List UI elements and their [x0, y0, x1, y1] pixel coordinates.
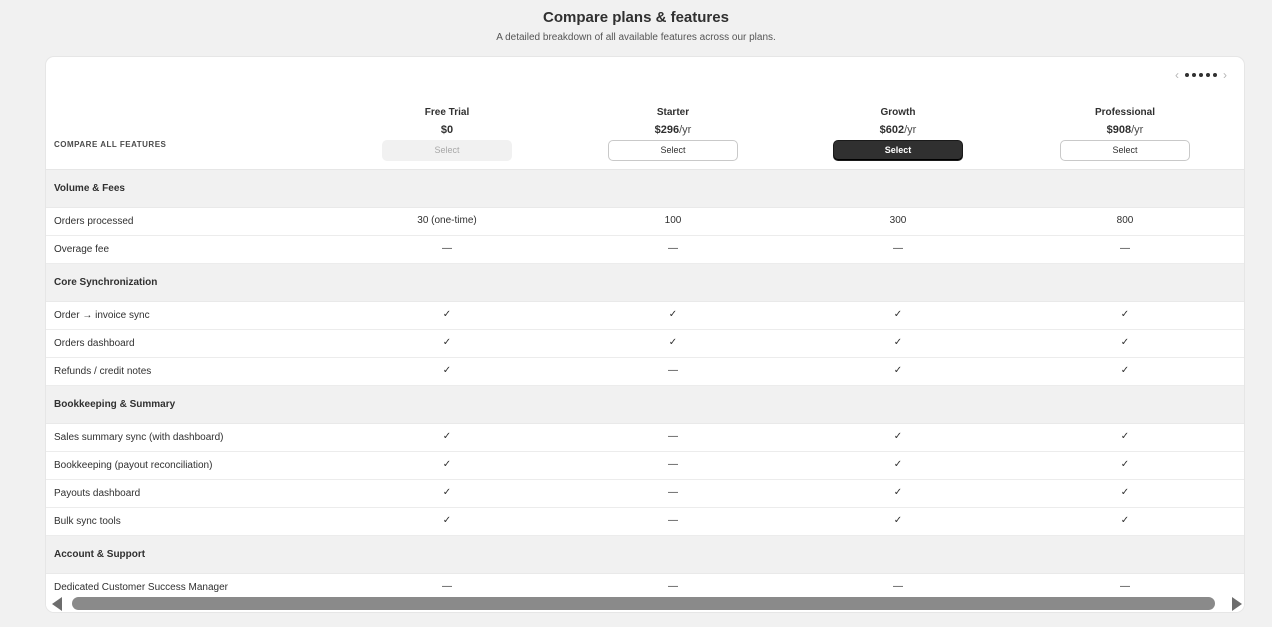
table-cell: —: [442, 243, 452, 254]
section-header: Volume & Fees: [46, 170, 1244, 208]
section-header: Bookkeeping & Summary: [46, 386, 1244, 424]
feature-label: Order → invoice sync: [54, 310, 150, 321]
feature-label: Orders dashboard: [54, 338, 135, 349]
plan-growth: Growth $602/yr Select: [798, 106, 998, 161]
table-cell: ✓: [893, 309, 903, 320]
price-amount: $296: [654, 124, 680, 136]
page-header: Compare plans & features A detailed brea…: [0, 0, 1272, 57]
plan-price: $908/yr: [1025, 122, 1225, 138]
table-cell: ✓: [1120, 337, 1130, 348]
table-cell: 100: [664, 215, 682, 226]
table-row: Orders processed 30 (one-time) 100 300 8…: [46, 208, 1244, 236]
price-period: /yr: [679, 124, 692, 136]
table-row: Bookkeeping (payout reconciliation) ✓ — …: [46, 452, 1244, 480]
table-cell: ✓: [1120, 431, 1130, 442]
section-header: Core Synchronization: [46, 264, 1244, 302]
table-cell: ✓: [442, 459, 452, 470]
table-row: Orders dashboard ✓ ✓ ✓ ✓: [46, 330, 1244, 358]
plan-name: Growth: [880, 107, 916, 118]
plan-free-trial: Free Trial $0 Select: [347, 106, 547, 161]
feature-table: Volume & Fees Orders processed 30 (one-t…: [46, 170, 1244, 602]
section-title: Volume & Fees: [54, 183, 125, 194]
table-cell: ✓: [442, 365, 452, 376]
table-cell: ✓: [893, 365, 903, 376]
feature-label: Orders processed: [54, 216, 134, 227]
plan-name: Free Trial: [424, 107, 470, 118]
price-period: /yr: [1131, 124, 1144, 136]
table-cell: ✓: [668, 309, 678, 320]
plan-starter: Starter $296/yr Select: [573, 106, 773, 161]
page-subtitle: A detailed breakdown of all available fe…: [496, 32, 776, 43]
compare-all-features-label: COMPARE ALL FEATURES: [54, 140, 167, 149]
plan-price: $0: [347, 122, 547, 138]
plans-header: COMPARE ALL FEATURES Free Trial $0 Selec…: [46, 57, 1244, 170]
table-cell: ✓: [1120, 515, 1130, 526]
table-cell: ✓: [893, 337, 903, 348]
page-title: Compare plans & features: [543, 9, 729, 26]
plan-price: $296/yr: [573, 122, 773, 138]
price-amount: $908: [1106, 124, 1132, 136]
table-cell: —: [1120, 243, 1130, 254]
table-cell: ✓: [668, 337, 678, 348]
table-cell: ✓: [893, 459, 903, 470]
select-starter-button[interactable]: Select: [608, 140, 738, 161]
table-cell: —: [893, 243, 903, 254]
table-row: Overage fee — — — —: [46, 236, 1244, 264]
comparison-card: ‹ › COMPARE ALL FEATURES Free Trial $0 S…: [46, 57, 1244, 612]
feature-label: Bulk sync tools: [54, 516, 121, 527]
table-cell: 300: [889, 215, 907, 226]
section-title: Account & Support: [54, 549, 146, 560]
table-cell: ✓: [1120, 309, 1130, 320]
select-growth-button[interactable]: Select: [833, 140, 963, 161]
table-cell: ✓: [442, 431, 452, 442]
table-cell: 800: [1116, 215, 1134, 226]
price-period: /yr: [904, 124, 917, 136]
table-cell: —: [668, 515, 678, 526]
table-row: Sales summary sync (with dashboard) ✓ — …: [46, 424, 1244, 452]
scrollbar-thumb[interactable]: [72, 597, 1215, 610]
table-cell: —: [668, 365, 678, 376]
table-cell: —: [668, 431, 678, 442]
table-cell: ✓: [893, 431, 903, 442]
select-professional-button[interactable]: Select: [1060, 140, 1190, 161]
table-cell: —: [668, 459, 678, 470]
plan-name: Starter: [656, 107, 690, 118]
scroll-left-arrow-icon[interactable]: [52, 597, 62, 611]
feature-label: Refunds / credit notes: [54, 366, 152, 377]
table-row: Payouts dashboard ✓ — ✓ ✓: [46, 480, 1244, 508]
horizontal-scrollbar[interactable]: [46, 594, 1244, 612]
table-row: Refunds / credit notes ✓ — ✓ ✓: [46, 358, 1244, 386]
price-amount: $0: [440, 124, 454, 136]
feature-label: Sales summary sync (with dashboard): [54, 432, 224, 443]
section-header: Account & Support: [46, 536, 1244, 574]
table-cell: —: [668, 243, 678, 254]
table-cell: ✓: [442, 337, 452, 348]
table-cell: ✓: [1120, 459, 1130, 470]
plan-name: Professional: [1094, 107, 1156, 118]
table-cell: ✓: [1120, 487, 1130, 498]
table-cell: ✓: [442, 487, 452, 498]
table-cell: ✓: [442, 309, 452, 320]
select-free-trial-button[interactable]: Select: [382, 140, 512, 161]
feature-label: Overage fee: [54, 244, 110, 255]
table-cell: ✓: [893, 515, 903, 526]
table-cell: 30 (one-time): [417, 215, 477, 226]
table-row: Bulk sync tools ✓ — ✓ ✓: [46, 508, 1244, 536]
feature-label: Bookkeeping (payout reconciliation): [54, 460, 213, 471]
feature-label: Payouts dashboard: [54, 488, 141, 499]
table-cell: ✓: [1120, 365, 1130, 376]
table-cell: ✓: [893, 487, 903, 498]
table-cell: —: [668, 487, 678, 498]
scroll-right-arrow-icon[interactable]: [1232, 597, 1242, 611]
plan-price: $602/yr: [798, 122, 998, 138]
table-cell: ✓: [442, 515, 452, 526]
price-amount: $602: [879, 124, 905, 136]
section-title: Core Synchronization: [54, 277, 158, 288]
table-row: Order → invoice sync ✓ ✓ ✓ ✓: [46, 302, 1244, 330]
section-title: Bookkeeping & Summary: [54, 399, 176, 410]
plan-professional: Professional $908/yr Select: [1025, 106, 1225, 161]
